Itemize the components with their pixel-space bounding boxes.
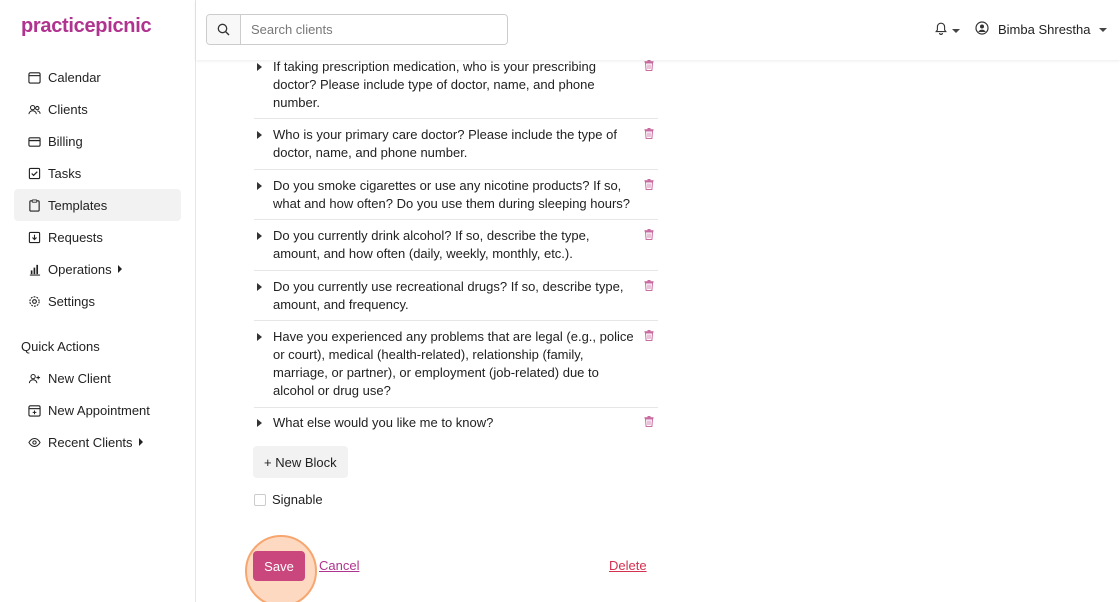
- question-text: Who is your primary care doctor? Please …: [273, 127, 617, 160]
- template-editor: If taking prescription medication, who i…: [196, 0, 1120, 602]
- question-block[interactable]: If taking prescription medication, who i…: [254, 58, 658, 119]
- quick-action-recent-clients[interactable]: Recent Clients: [14, 426, 181, 458]
- sidebar-item-billing[interactable]: Billing: [14, 125, 181, 157]
- question-block[interactable]: Do you currently drink alcohol? If so, d…: [254, 227, 658, 271]
- chevron-right-icon: [117, 265, 122, 273]
- sidebar-item-label: Tasks: [48, 165, 82, 181]
- signable-option[interactable]: Signable: [254, 492, 323, 507]
- sidebar-item-label: Calendar: [48, 69, 101, 85]
- sidebar-item-tasks[interactable]: Tasks: [14, 157, 181, 189]
- quick-action-new-appointment[interactable]: New Appointment: [14, 394, 181, 426]
- expand-caret-icon[interactable]: [257, 333, 262, 341]
- question-block[interactable]: Do you currently use recreational drugs?…: [254, 278, 658, 321]
- question-text: If taking prescription medication, who i…: [273, 59, 596, 110]
- chevron-down-icon: [952, 29, 960, 33]
- sidebar-item-templates[interactable]: Templates: [14, 189, 181, 221]
- calendar-plus-icon: [27, 403, 41, 417]
- chevron-down-icon: [1098, 27, 1107, 32]
- new-block-button[interactable]: + New Block: [253, 446, 348, 478]
- user-avatar-icon: [975, 21, 989, 38]
- trash-icon[interactable]: [644, 58, 654, 76]
- sidebar-item-label: Billing: [48, 133, 83, 149]
- eye-icon: [27, 435, 41, 449]
- user-plus-icon: [27, 371, 41, 385]
- expand-caret-icon[interactable]: [257, 182, 262, 190]
- question-block[interactable]: Do you smoke cigarettes or use any nicot…: [254, 177, 658, 220]
- question-block[interactable]: Have you experienced any problems that a…: [254, 328, 658, 408]
- delete-link[interactable]: Delete: [609, 558, 647, 573]
- sidebar: practicepicnic Calendar Clients Billing …: [0, 0, 196, 602]
- expand-caret-icon[interactable]: [257, 63, 262, 71]
- sidebar-item-label: Operations: [48, 261, 112, 277]
- save-button[interactable]: Save: [253, 551, 305, 581]
- signable-checkbox[interactable]: [254, 493, 266, 506]
- signable-label: Signable: [272, 492, 323, 507]
- quick-action-label: New Appointment: [48, 402, 150, 418]
- credit-card-icon: [27, 134, 41, 148]
- sidebar-item-clients[interactable]: Clients: [14, 93, 181, 125]
- sidebar-item-calendar[interactable]: Calendar: [14, 61, 181, 93]
- trash-icon[interactable]: [644, 126, 654, 144]
- trash-icon[interactable]: [644, 414, 654, 432]
- sidebar-item-label: Settings: [48, 293, 95, 309]
- quick-actions-heading: Quick Actions: [21, 339, 100, 354]
- checkbox-icon: [27, 166, 41, 180]
- question-text: What else would you like me to know?: [273, 415, 494, 430]
- bell-icon: [935, 22, 947, 40]
- user-menu[interactable]: Bimba Shrestha: [975, 21, 1107, 38]
- expand-caret-icon[interactable]: [257, 232, 262, 240]
- search-icon[interactable]: [207, 15, 241, 44]
- question-text: Do you currently drink alcohol? If so, d…: [273, 228, 590, 261]
- trash-icon[interactable]: [644, 227, 654, 245]
- gear-icon: [27, 294, 41, 308]
- quick-action-new-client[interactable]: New Client: [14, 362, 181, 394]
- question-text: Do you smoke cigarettes or use any nicot…: [273, 178, 631, 211]
- trash-icon[interactable]: [644, 278, 654, 296]
- question-block[interactable]: What else would you like me to know?: [254, 414, 658, 440]
- users-icon: [27, 102, 41, 116]
- search-input[interactable]: [241, 15, 507, 44]
- expand-caret-icon[interactable]: [257, 131, 262, 139]
- expand-caret-icon[interactable]: [257, 419, 262, 427]
- calendar-icon: [27, 70, 41, 84]
- user-name: Bimba Shrestha: [998, 22, 1091, 37]
- sidebar-item-label: Templates: [48, 197, 108, 213]
- bar-chart-icon: [27, 262, 41, 276]
- trash-icon[interactable]: [644, 177, 654, 195]
- sidebar-item-requests[interactable]: Requests: [14, 221, 181, 253]
- app-logo[interactable]: practicepicnic: [21, 15, 152, 38]
- sidebar-item-label: Clients: [48, 101, 88, 117]
- quick-action-label: Recent Clients: [48, 434, 133, 450]
- sidebar-item-label: Requests: [48, 229, 103, 245]
- question-text: Do you currently use recreational drugs?…: [273, 279, 624, 312]
- notifications-menu[interactable]: [935, 22, 960, 40]
- sidebar-item-settings[interactable]: Settings: [14, 285, 181, 317]
- clipboard-icon: [27, 198, 41, 212]
- question-text: Have you experienced any problems that a…: [273, 329, 634, 398]
- question-block[interactable]: Who is your primary care doctor? Please …: [254, 126, 658, 170]
- sidebar-item-operations[interactable]: Operations: [14, 253, 181, 285]
- inbox-icon: [27, 230, 41, 244]
- chevron-right-icon: [138, 438, 143, 446]
- top-bar: Bimba Shrestha: [196, 0, 1120, 60]
- expand-caret-icon[interactable]: [257, 283, 262, 291]
- trash-icon[interactable]: [644, 328, 654, 346]
- quick-action-label: New Client: [48, 370, 111, 386]
- cancel-link[interactable]: Cancel: [319, 558, 359, 573]
- search-box: [206, 14, 508, 45]
